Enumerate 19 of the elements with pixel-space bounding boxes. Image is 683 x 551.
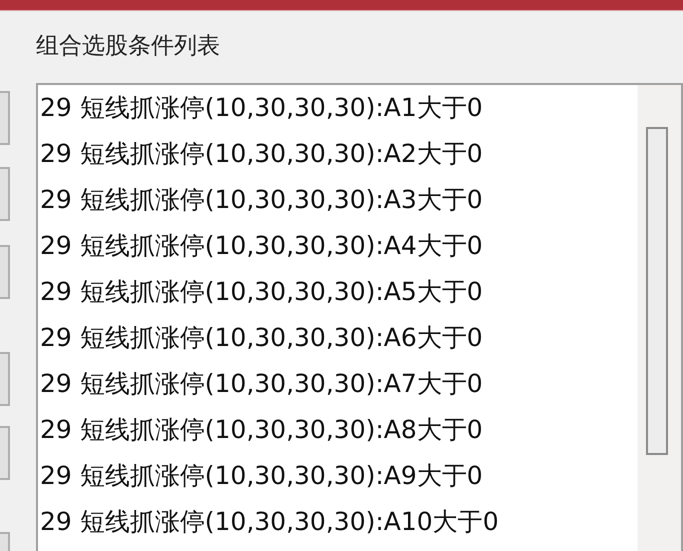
side-button[interactable] xyxy=(0,352,10,406)
side-button[interactable] xyxy=(0,245,10,299)
side-button[interactable] xyxy=(0,167,10,221)
condition-item[interactable]: 29 短线抓涨停(10,30,30,30):A10大于0 xyxy=(40,499,637,545)
condition-item[interactable]: 29 短线抓涨停(10,30,30,30):A8大于0 xyxy=(40,407,637,453)
condition-item[interactable]: 29 短线抓涨停(10,30,30,30):A1大于0 xyxy=(40,85,637,131)
scrollbar-thumb[interactable] xyxy=(646,127,668,455)
condition-item[interactable]: 29 短线抓涨停(10,30,30,30):A2大于0 xyxy=(40,131,637,177)
scrollbar[interactable] xyxy=(637,85,681,551)
list-title: 组合选股条件列表 xyxy=(36,32,221,61)
side-button[interactable] xyxy=(0,91,10,145)
condition-item[interactable]: 29 短线抓涨停(10,30,30,30):A3大于0 xyxy=(40,177,637,223)
condition-item[interactable]: 29 短线抓涨停(10,30,30,30):A6大于0 xyxy=(40,315,637,361)
condition-item[interactable]: 29 短线抓涨停(10,30,30,30):A4大于0 xyxy=(40,223,637,269)
condition-item[interactable]: 29 短线抓涨停(10,30,30,30):A9大于0 xyxy=(40,453,637,499)
condition-item[interactable]: 29 短线抓涨停(10,30,30,30):A5大于0 xyxy=(40,269,637,315)
condition-list[interactable] xyxy=(36,83,683,551)
condition-item[interactable]: 29 短线抓涨停(10,30,30,30):A7大于0 xyxy=(40,361,637,407)
side-button[interactable] xyxy=(0,426,10,480)
